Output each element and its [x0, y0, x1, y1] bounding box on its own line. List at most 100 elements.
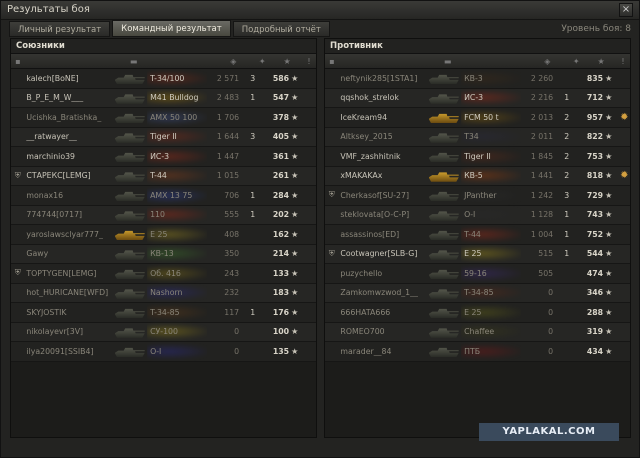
vehicle-name-cell: О-I	[147, 342, 207, 361]
player-name[interactable]: neftynik285[1STA1]	[338, 74, 424, 83]
player-row[interactable]: ilya20091[SSIB4] О-I 0 135 ★	[11, 342, 316, 362]
player-name[interactable]: assassinos[ED]	[338, 230, 424, 239]
player-row[interactable]: 774744[0717] 110 555 1 202 ★	[11, 205, 316, 225]
exp-value: 544	[586, 249, 604, 259]
damage-value: 0	[548, 346, 554, 356]
player-row[interactable]: marchinio39 ИС-3 1 447 361 ★	[11, 147, 316, 167]
player-name[interactable]: marader__84	[338, 347, 424, 356]
close-icon[interactable]: ×	[619, 3, 633, 17]
player-name[interactable]: SKYJOSTIK	[24, 308, 110, 317]
tank-silhouette-icon	[428, 269, 459, 280]
tank-icon	[111, 226, 147, 242]
player-row[interactable]: VMF_zashhitnik Tiger II 1 845 2 753 ★	[325, 147, 630, 167]
kills-column-icon[interactable]: ✦	[566, 57, 586, 66]
player-row[interactable]: steklovata[O-C-P] О-I 1 128 1 743 ★	[325, 205, 630, 225]
vehicle-name-cell: E 25	[461, 244, 521, 263]
player-name[interactable]: qqshok_strelok	[338, 93, 424, 102]
player-name[interactable]: hot_HURICANE[WFD]	[24, 288, 110, 297]
tank-icon	[425, 343, 461, 359]
exp-value: 319	[586, 327, 604, 337]
player-name[interactable]: СТАРЕКС[LEMG]	[24, 171, 110, 180]
player-name[interactable]: Ucishka_Bratishka_	[24, 113, 110, 122]
player-name[interactable]: nikolayevr[3V]	[24, 327, 110, 336]
player-row[interactable]: SKYJOSTIK T-34-85 117 1 176 ★	[11, 303, 316, 323]
player-name[interactable]: steklovata[O-C-P]	[338, 210, 424, 219]
player-row[interactable]: ROMEO700 Chaffee 0 319 ★	[325, 322, 630, 342]
player-row[interactable]: neftynik285[1STA1] КВ-3 2 260 835 ★	[325, 69, 630, 89]
player-name[interactable]: Altksey_2015	[338, 132, 424, 141]
player-row[interactable]: hot_HURICANE[WFD] Nashorn 232 183 ★	[11, 283, 316, 303]
player-name[interactable]: Zamkomwzwod_1__	[338, 288, 424, 297]
player-name[interactable]: IceKream94	[338, 113, 424, 122]
player-name[interactable]: TOPTYGEN[LEMG]	[24, 269, 110, 278]
player-row[interactable]: xMAKAKAx КВ-5 1 441 2 818 ★ ✹	[325, 166, 630, 186]
tank-silhouette-icon	[428, 230, 459, 241]
player-row[interactable]: __ratwayer__ Tiger II 1 644 3 405 ★	[11, 127, 316, 147]
tank-silhouette-icon	[114, 269, 145, 280]
player-row[interactable]: Zamkomwzwod_1__ T-34-85 0 346 ★	[325, 283, 630, 303]
medal-column-icon[interactable]: !	[616, 57, 630, 66]
battle-results-window: Результаты боя × Личный результат Команд…	[0, 0, 640, 458]
player-name[interactable]: __ratwayer__	[24, 132, 110, 141]
player-name[interactable]: marchinio39	[24, 152, 110, 161]
tank-icon	[111, 246, 147, 262]
player-row[interactable]: ⛨ TOPTYGEN[LEMG] Об. 416 243 133 ★	[11, 264, 316, 284]
tank-column-icon[interactable]: ▬	[115, 57, 153, 66]
tab-team[interactable]: Командный результат	[112, 20, 231, 37]
player-row[interactable]: Altksey_2015 T34 2 011 2 822 ★	[325, 127, 630, 147]
vehicle-name-cell: T34	[461, 127, 521, 146]
player-name[interactable]: Cootwagner[SLB-G]	[338, 249, 424, 258]
player-row[interactable]: nikolayevr[3V] СУ-100 0 100 ★	[11, 322, 316, 342]
player-row[interactable]: marader__84 ПТБ 0 434 ★	[325, 342, 630, 362]
exp-column-icon[interactable]: ★	[272, 57, 302, 66]
kills-column-icon[interactable]: ✦	[252, 57, 272, 66]
player-name[interactable]: 774744[0717]	[24, 210, 110, 219]
squad-column-icon[interactable]: ▪	[325, 57, 339, 66]
player-name[interactable]: 666HATA666	[338, 308, 424, 317]
squad-column-icon[interactable]: ▪	[11, 57, 25, 66]
player-row[interactable]: IceKream94 FCM 50 t 2 013 2 957 ★ ✹	[325, 108, 630, 128]
player-row[interactable]: ⛨ Cherkasof[SU-27] JPanther 1 242 3 729 ★	[325, 186, 630, 206]
player-name[interactable]: VMF_zashhitnik	[338, 152, 424, 161]
tab-detailed[interactable]: Подробный отчёт	[232, 21, 330, 37]
player-name[interactable]: Gawy	[24, 249, 110, 258]
player-name[interactable]: ilya20091[SSIB4]	[24, 347, 110, 356]
damage-value: 515	[538, 249, 554, 259]
player-name[interactable]: xMAKAKAx	[338, 171, 424, 180]
player-row[interactable]: ⛨ Cootwagner[SLB-G] E 25 515 1 544 ★	[325, 244, 630, 264]
player-row[interactable]: ⛨ СТАРЕКС[LEMG] T-44 1 015 261 ★	[11, 166, 316, 186]
player-name[interactable]: yaroslawsclyar777_	[24, 230, 110, 239]
medal-column-icon[interactable]: !	[302, 57, 316, 66]
title-bar[interactable]: Результаты боя ×	[1, 1, 639, 20]
player-name[interactable]: B_P_E_M_W___	[24, 93, 110, 102]
tab-personal[interactable]: Личный результат	[9, 21, 111, 37]
damage-column-icon[interactable]: ◈	[214, 57, 252, 66]
player-row[interactable]: kalech[BoNE] T-34/100 2 571 3 586 ★	[11, 69, 316, 89]
player-row[interactable]: 666HATA666 E 25 0 288 ★	[325, 303, 630, 323]
player-row[interactable]: monax16 AMX 13 75 706 1 284 ★	[11, 186, 316, 206]
exp-value: 753	[586, 151, 604, 161]
player-row[interactable]: qqshok_strelok ИС-3 2 216 1 712 ★	[325, 88, 630, 108]
damage-column-icon[interactable]: ◈	[528, 57, 566, 66]
vehicle-name-cell: E 25	[147, 225, 207, 244]
player-row[interactable]: yaroslawsclyar777_ E 25 408 162 ★	[11, 225, 316, 245]
exp-value: 133	[272, 268, 290, 278]
player-name[interactable]: kalech[BoNE]	[24, 74, 110, 83]
player-name[interactable]: ROMEO700	[338, 327, 424, 336]
player-row[interactable]: Gawy КВ-13 350 214 ★	[11, 244, 316, 264]
vehicle-name-cell: AMX 50 100	[147, 108, 207, 127]
vehicle-name: ИС-3	[150, 151, 170, 161]
damage-value: 2 011	[530, 132, 554, 142]
player-row[interactable]: puzychello 59-16 505 474 ★	[325, 264, 630, 284]
player-name[interactable]: monax16	[24, 191, 110, 200]
damage-value: 1 644	[216, 132, 240, 142]
player-row[interactable]: Ucishka_Bratishka_ AMX 50 100 1 706 378 ★	[11, 108, 316, 128]
tank-column-icon[interactable]: ▬	[429, 57, 467, 66]
player-row[interactable]: B_P_E_M_W___ M41 Bulldog 2 483 1 547 ★	[11, 88, 316, 108]
exp-column-icon[interactable]: ★	[586, 57, 616, 66]
player-name[interactable]: puzychello	[338, 269, 424, 278]
player-name[interactable]: Cherkasof[SU-27]	[338, 191, 424, 200]
player-row[interactable]: assassinos[ED] T-44 1 004 1 752 ★	[325, 225, 630, 245]
enemies-panel: Противник ▪ ▬ ◈ ✦ ★ ! neftynik285[1STA1]…	[324, 38, 631, 438]
damage-value: 350	[224, 249, 240, 259]
